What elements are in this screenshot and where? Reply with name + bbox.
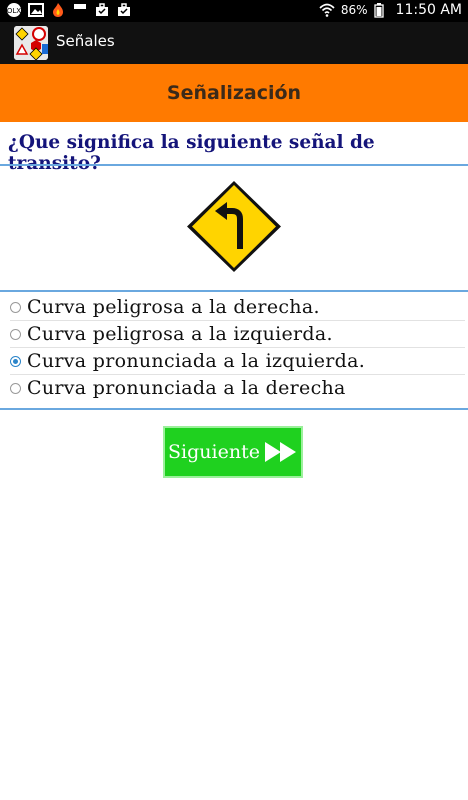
- notification-icons: OLX: [6, 2, 132, 18]
- option-row[interactable]: Curva peligrosa a la derecha.: [10, 294, 465, 321]
- option-label: Curva peligrosa a la izquierda.: [27, 323, 333, 345]
- status-bar: OLX 86% 11:50 AM: [0, 0, 468, 22]
- option-row[interactable]: Curva pronunciada a la derecha: [10, 375, 465, 401]
- system-status: 86% 11:50 AM: [319, 2, 462, 18]
- wifi-icon: [319, 2, 335, 18]
- battery-icon: [373, 2, 390, 18]
- olx-icon: OLX: [6, 2, 22, 18]
- clock: 11:50 AM: [395, 2, 462, 18]
- fast-forward-icon: [264, 441, 298, 463]
- battery-percent: 86%: [340, 3, 368, 17]
- question-text: ¿Que significa la siguiente señal de tra…: [8, 132, 375, 174]
- option-label: Curva pronunciada a la izquierda.: [27, 350, 366, 372]
- divider: [0, 290, 468, 292]
- briefcase-icon: [94, 2, 110, 18]
- app-icon[interactable]: [14, 26, 48, 60]
- left-curve-sign-icon: [185, 179, 283, 274]
- next-button-label: Siguiente: [168, 441, 260, 463]
- radio-button-selected[interactable]: [10, 355, 21, 367]
- next-button[interactable]: Siguiente: [163, 426, 303, 478]
- app-title: Señales: [56, 32, 115, 50]
- radio-button[interactable]: [10, 382, 21, 394]
- briefcase-icon: [116, 2, 132, 18]
- option-row[interactable]: Curva pronunciada a la izquierda.: [10, 348, 465, 375]
- divider: [0, 408, 468, 410]
- svg-text:OLX: OLX: [7, 7, 21, 15]
- flipboard-icon: [72, 2, 88, 18]
- option-row[interactable]: Curva peligrosa a la izquierda.: [10, 321, 465, 348]
- radio-button[interactable]: [10, 301, 21, 313]
- image-icon: [28, 2, 44, 18]
- radio-button[interactable]: [10, 328, 21, 340]
- option-label: Curva peligrosa a la derecha.: [27, 296, 320, 318]
- divider: [0, 164, 468, 166]
- action-bar: Señales: [0, 22, 468, 64]
- option-label: Curva pronunciada a la derecha: [27, 377, 346, 399]
- answer-options: Curva peligrosa a la derecha. Curva peli…: [10, 294, 465, 401]
- page-title: Señalización: [166, 82, 302, 104]
- header-band: Señalización: [0, 64, 468, 122]
- fire-icon: [50, 2, 66, 18]
